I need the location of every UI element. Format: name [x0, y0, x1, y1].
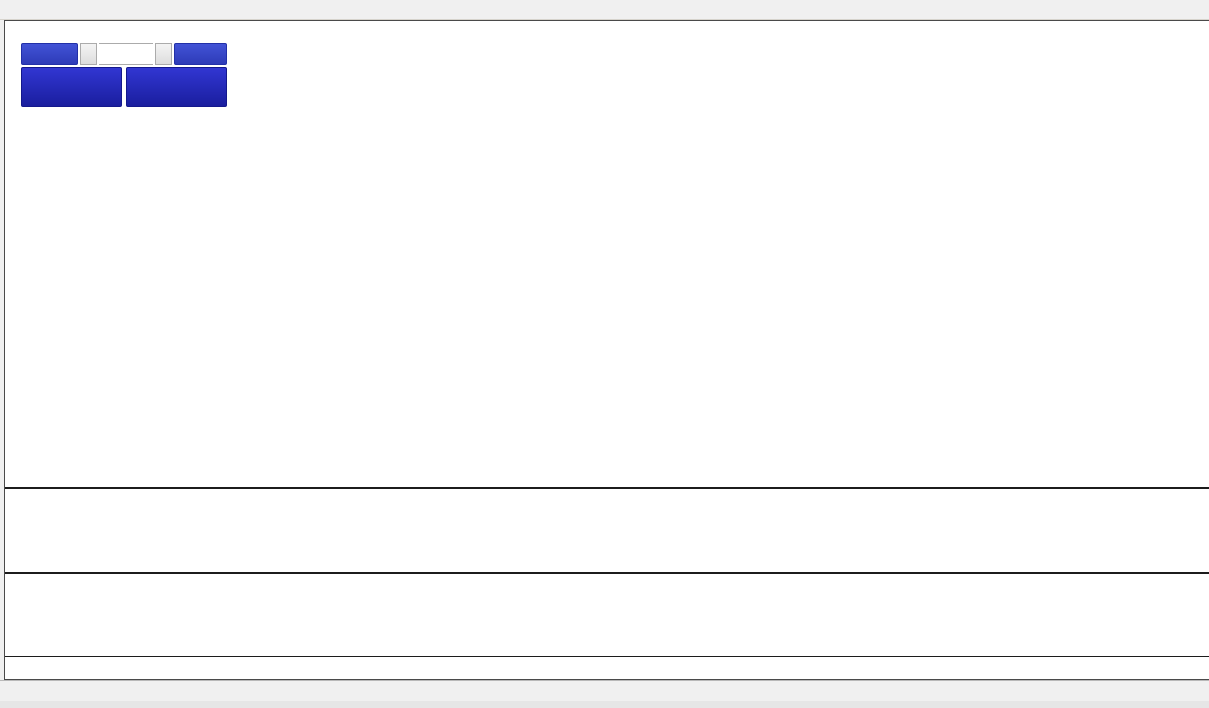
volume-input[interactable]: [99, 43, 152, 65]
pane-separator-macd[interactable]: [5, 487, 1209, 489]
chart-window: [4, 20, 1209, 680]
volume-decrease-button[interactable]: [80, 43, 97, 65]
mt4-terminal: { "icons":{"collapse":"▲","spin_down":"▼…: [0, 0, 1209, 708]
buy-price-display[interactable]: [126, 67, 227, 107]
macd-indicator-canvas[interactable]: [5, 489, 1167, 572]
chart-tabbar: [0, 680, 1209, 702]
bottom-strip: [0, 701, 1209, 708]
volume-increase-button[interactable]: [155, 43, 172, 65]
date-axis-border: [5, 656, 1209, 657]
one-click-trading-panel: [21, 43, 227, 107]
rsi-indicator-canvas[interactable]: [5, 574, 1167, 656]
sell-button[interactable]: [21, 43, 78, 65]
sell-price-display[interactable]: [21, 67, 122, 107]
timeframe-toolbar: [0, 0, 1209, 20]
pane-separator-rsi[interactable]: [5, 572, 1209, 574]
buy-button[interactable]: [174, 43, 227, 65]
